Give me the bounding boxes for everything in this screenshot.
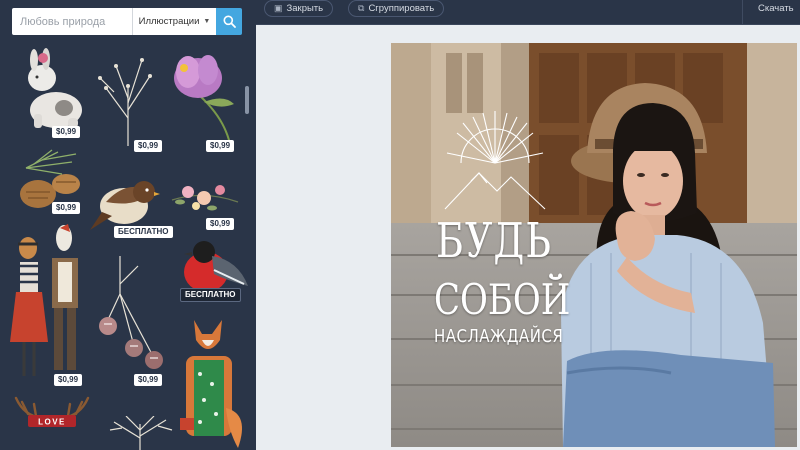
- caret-down-icon: ▼: [203, 18, 211, 25]
- editor-toolbar: ▣ Закрыть ⧉ Сгруппировать: [256, 0, 800, 25]
- flower-branch-illustration: [171, 185, 239, 211]
- sticker-animal-couple[interactable]: $0,99: [8, 222, 92, 388]
- search-button[interactable]: [216, 8, 242, 35]
- sticker-bullfinch[interactable]: БЕСПЛАТНО: [178, 240, 252, 302]
- download-button[interactable]: Скачать: [758, 3, 794, 14]
- group-label: Сгруппировать: [368, 3, 435, 14]
- sticker-pink-flower[interactable]: $0,99: [164, 48, 240, 152]
- sticker-fox-lady[interactable]: [176, 318, 252, 450]
- price-badge: БЕСПЛАТНО: [114, 226, 173, 238]
- headline-line-3[interactable]: НАСЛАЖДАЙСЯ: [434, 325, 563, 347]
- flower-illustration: [174, 55, 234, 145]
- sticker-rabbit[interactable]: $0,99: [12, 48, 92, 138]
- close-label: Закрыть: [286, 3, 324, 14]
- toolbar-divider: [742, 0, 743, 24]
- category-dropdown[interactable]: Иллюстрации ▼: [132, 8, 216, 35]
- close-button[interactable]: ▣ Закрыть: [264, 0, 334, 17]
- category-label: Иллюстрации: [138, 16, 200, 27]
- sticker-branches[interactable]: [100, 416, 180, 450]
- search-bar: Иллюстрации ▼: [12, 8, 242, 35]
- price-badge: $0,99: [134, 140, 163, 152]
- price-badge: $0,99: [206, 218, 235, 230]
- price-badge: $0,99: [206, 140, 235, 152]
- love-banner-text: LOVE: [38, 418, 66, 427]
- close-icon: ▣: [274, 3, 283, 13]
- sticker-love-antlers[interactable]: LOVE: [8, 396, 96, 450]
- twig-illustration: [98, 58, 152, 146]
- headline-line-2[interactable]: СОБОЙ: [434, 275, 570, 325]
- sticker-flower-branch[interactable]: $0,99: [168, 172, 240, 230]
- antlers-illustration: LOVE: [14, 396, 90, 427]
- animal-couple-illustration: [10, 224, 78, 376]
- sticker-panel: Иллюстрации ▼ $0,99: [0, 0, 256, 450]
- sidebar-scrollbar[interactable]: [245, 86, 249, 114]
- branches-illustration: [109, 416, 173, 450]
- price-badge: $0,99: [52, 126, 81, 138]
- price-badge: $0,99: [134, 374, 163, 386]
- group-icon: ⧉: [358, 3, 365, 13]
- headline-line-1[interactable]: БУДЬ: [434, 213, 554, 268]
- berry-twig-illustration: [99, 256, 163, 369]
- price-badge: $0,99: [52, 202, 81, 214]
- sticker-berry-twig[interactable]: $0,99: [94, 254, 168, 386]
- search-input[interactable]: [12, 8, 132, 35]
- search-icon: [223, 15, 236, 28]
- sticker-dry-twig[interactable]: $0,99: [94, 48, 164, 152]
- sticker-sparrow[interactable]: БЕСПЛАТНО: [90, 172, 173, 238]
- group-button[interactable]: ⧉ Сгруппировать: [348, 0, 445, 17]
- price-badge: БЕСПЛАТНО: [180, 288, 241, 302]
- price-badge: $0,99: [54, 374, 83, 386]
- sticker-pine-cones[interactable]: $0,99: [12, 148, 86, 216]
- fox-lady-illustration: [180, 320, 242, 448]
- rabbit-illustration: [28, 48, 82, 128]
